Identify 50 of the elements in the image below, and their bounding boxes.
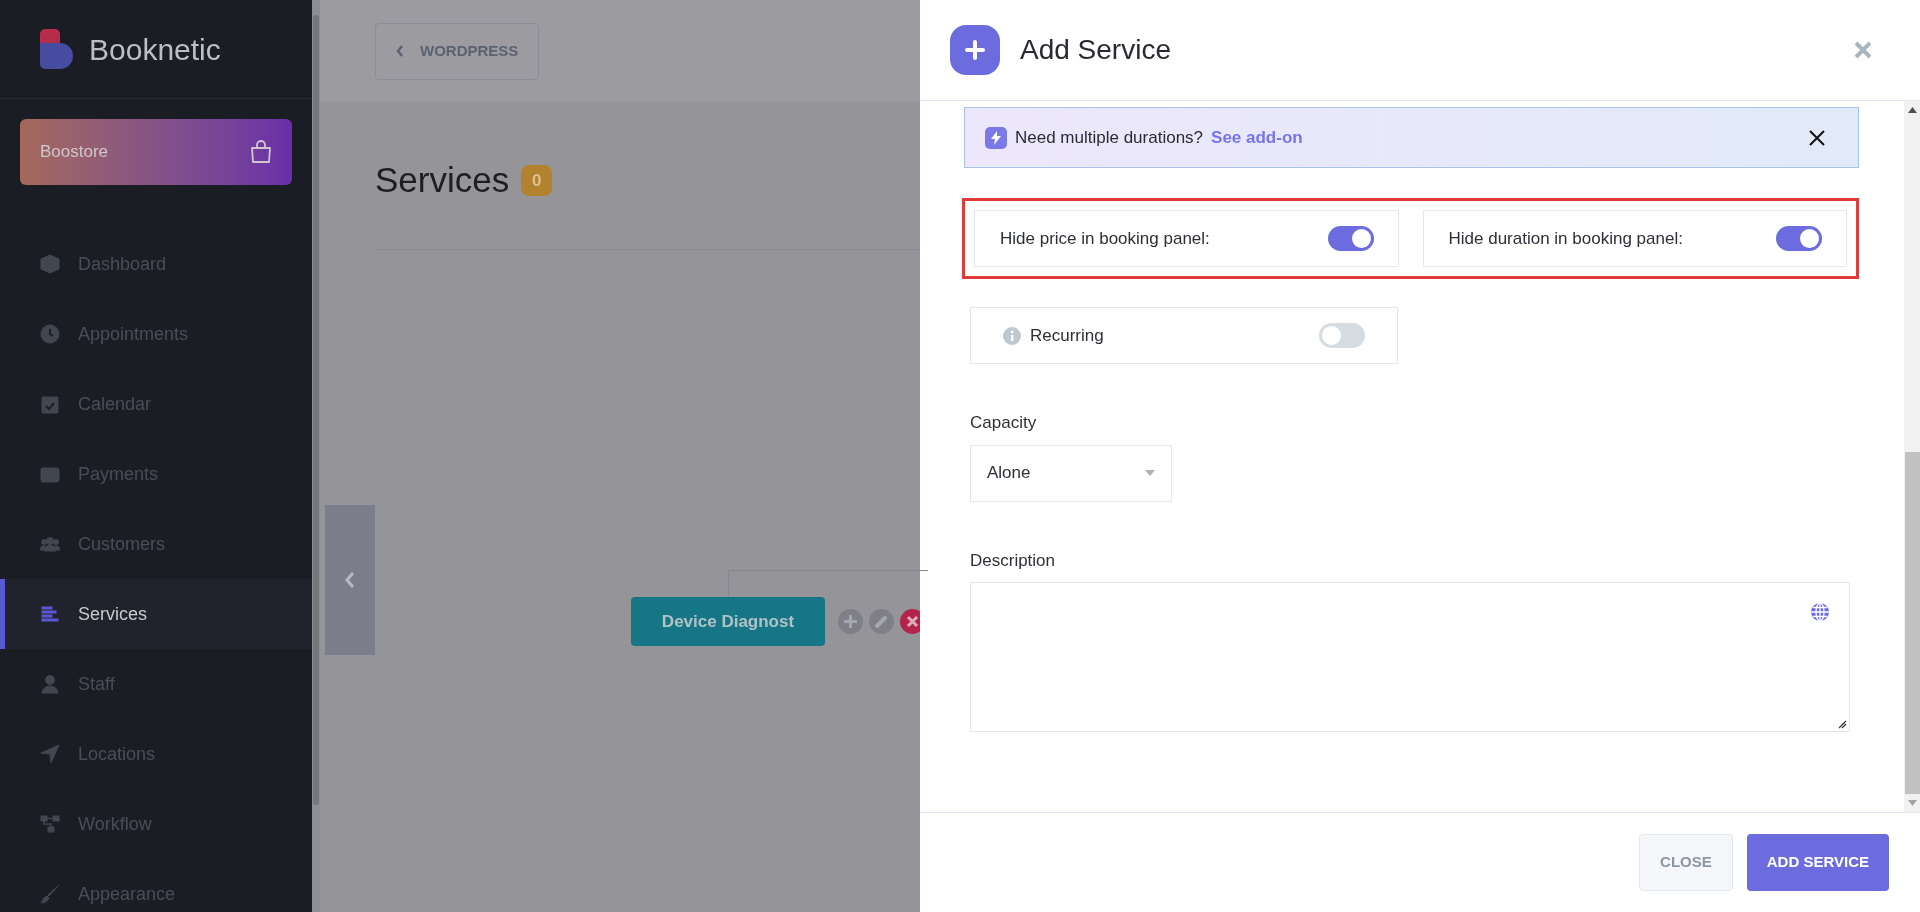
calendar-check-icon bbox=[40, 394, 60, 414]
see-addon-link[interactable]: See add-on bbox=[1211, 124, 1303, 151]
plus-icon bbox=[950, 25, 1000, 75]
logo-icon bbox=[40, 29, 73, 69]
store-button[interactable]: Boostore bbox=[20, 119, 292, 185]
back-button[interactable]: WORDPRESS bbox=[375, 22, 540, 80]
add-icon[interactable] bbox=[838, 609, 863, 634]
sidebar-item[interactable]: Services bbox=[0, 579, 312, 649]
clock-icon bbox=[40, 324, 60, 344]
select-value: Alone bbox=[987, 462, 1031, 485]
toggle-label: Hide duration in booking panel: bbox=[1448, 227, 1683, 250]
lightning-icon bbox=[985, 126, 1007, 149]
dialog-title: Add Service bbox=[1020, 33, 1171, 67]
dropdown-caret-icon bbox=[1145, 470, 1155, 476]
users-icon bbox=[40, 534, 60, 554]
add-service-button[interactable]: ADD SERVICE bbox=[1746, 834, 1889, 891]
scrollbar-thumb[interactable] bbox=[313, 15, 319, 805]
wallet-icon bbox=[40, 464, 60, 484]
toggle-switch[interactable] bbox=[1319, 323, 1365, 348]
brush-icon bbox=[40, 884, 60, 904]
resize-handle-icon[interactable] bbox=[1838, 720, 1847, 729]
page-title: Services bbox=[375, 159, 510, 201]
scrollbar-thumb[interactable] bbox=[1904, 452, 1920, 794]
close-icon[interactable] bbox=[1809, 129, 1825, 146]
notice-text: Need multiple durations? bbox=[1015, 126, 1204, 149]
chevron-left-icon bbox=[344, 571, 356, 589]
cube-icon bbox=[40, 254, 60, 274]
globe-icon[interactable] bbox=[1810, 602, 1830, 622]
chevron-left-icon bbox=[396, 45, 404, 57]
workflow-icon bbox=[40, 814, 60, 834]
scroll-up-icon[interactable] bbox=[1907, 107, 1917, 113]
toggle-switch[interactable] bbox=[1327, 226, 1374, 251]
service-node[interactable]: Device Diagnost bbox=[631, 597, 825, 646]
edit-icon[interactable] bbox=[869, 609, 894, 634]
capacity-select[interactable]: Alone bbox=[970, 444, 1172, 502]
description-label: Description bbox=[970, 549, 1057, 572]
capacity-label: Capacity bbox=[970, 412, 1038, 434]
shopping-bag-icon bbox=[250, 140, 272, 164]
toggle-label: Hide price in booking panel: bbox=[1000, 227, 1210, 250]
brand-name: Booknetic bbox=[89, 31, 221, 68]
recurring-label: Recurring bbox=[1030, 324, 1104, 347]
list-lines-icon bbox=[40, 604, 60, 624]
scroll-down-icon[interactable] bbox=[1907, 800, 1917, 806]
close-button[interactable]: CLOSE bbox=[1639, 834, 1733, 891]
person-icon bbox=[40, 674, 60, 694]
delete-icon[interactable] bbox=[900, 609, 920, 634]
toggle-switch[interactable] bbox=[1776, 226, 1822, 251]
count-badge: 0 bbox=[521, 164, 553, 196]
info-icon bbox=[1003, 326, 1021, 345]
location-arrow-icon bbox=[40, 744, 60, 764]
